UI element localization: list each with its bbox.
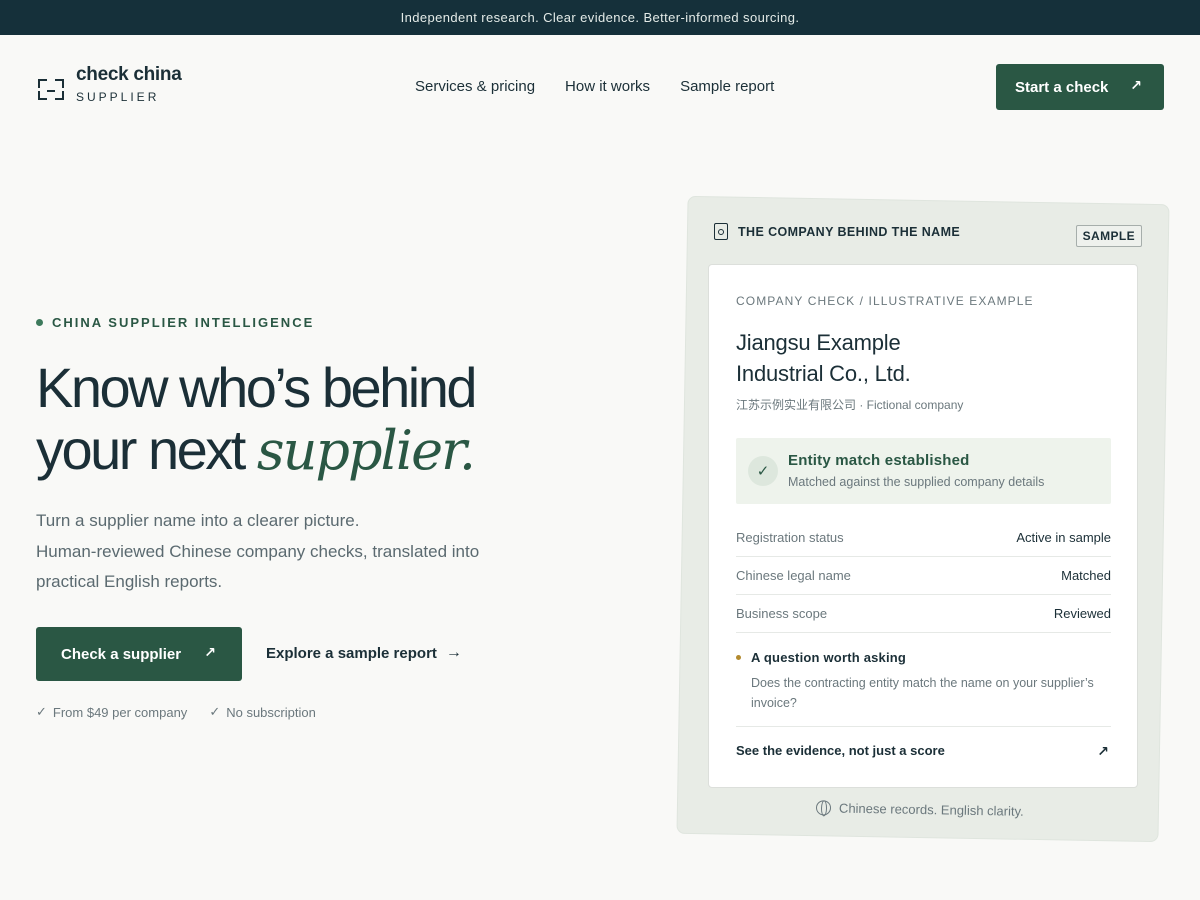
brand-tagline: SUPPLIER: [76, 90, 160, 104]
sample-badge: SAMPLE: [1075, 225, 1142, 247]
table-row: Business scope Reviewed: [736, 595, 1111, 633]
company-name: Jiangsu Example Industrial Co., Ltd.: [736, 327, 1036, 389]
brand-name: check china: [76, 64, 182, 85]
perk-subscription: No subscription: [226, 704, 316, 720]
question-block: A question worth asking Does the contrac…: [736, 650, 1111, 713]
perk-price: From $49 per company: [52, 704, 188, 720]
globe-icon: [815, 800, 832, 816]
hero-eyebrow: CHINA SUPPLIER INTELLIGENCE: [36, 315, 314, 330]
hero-headline: Know who’s behind your next supplier.: [36, 357, 596, 482]
arrow-up-right-icon: ↗: [1097, 743, 1109, 759]
check-icon: ✓: [36, 704, 47, 719]
perk-item: ✓ From $49 per company: [36, 704, 187, 720]
sample-report-label: Explore a sample report: [266, 644, 437, 662]
company-name-line2: Industrial Co., Ltd.: [736, 361, 911, 386]
card-kicker: COMPANY CHECK / ILLUSTRATIVE EXAMPLE: [736, 294, 1034, 308]
main-nav: Services & pricing How it works Sample r…: [415, 78, 774, 95]
eyebrow-text: CHINA SUPPLIER INTELLIGENCE: [52, 315, 315, 330]
table-row: Registration status Active in sample: [736, 519, 1111, 557]
sample-report-card: COMPANY CHECK / ILLUSTRATIVE EXAMPLE Jia…: [708, 264, 1138, 788]
company-name-line1: Jiangsu Example: [736, 330, 901, 355]
evidence-link-label: See the evidence, not just a score: [736, 743, 945, 758]
row-key: Business scope: [736, 606, 828, 621]
nav-how-it-works[interactable]: How it works: [565, 78, 650, 95]
perk-item: ✓ No subscription: [209, 704, 316, 720]
hero-lede: Turn a supplier name into a clearer pict…: [36, 506, 516, 598]
table-row: Chinese legal name Matched: [736, 557, 1111, 595]
arrow-up-right-icon: ↗: [1130, 77, 1142, 93]
question-title-text: A question worth asking: [751, 650, 907, 665]
brand-logo[interactable]: check china SUPPLIER: [36, 64, 182, 105]
nav-services-pricing[interactable]: Services & pricing: [415, 78, 535, 95]
check-rows: Registration status Active in sample Chi…: [736, 519, 1111, 633]
check-supplier-label: Check a supplier: [61, 645, 182, 663]
lede-line1: Turn a supplier name into a clearer pict…: [36, 511, 360, 530]
arrow-up-right-icon: ↗: [204, 644, 216, 660]
nav-sample-report[interactable]: Sample report: [680, 78, 774, 95]
headline-emphasis: supplier.: [256, 419, 476, 482]
arrow-right-icon: →: [445, 644, 462, 661]
footnote-text: Chinese records. English clarity.: [838, 800, 1024, 819]
headline-line2-prefix: your next: [36, 418, 257, 481]
headline-line1: Know who’s behind: [36, 356, 478, 419]
question-body: Does the contracting entity match the na…: [751, 676, 1094, 710]
company-sub: 江苏示例实业有限公司 · Fictional company: [736, 398, 964, 412]
sample-card-header: THE COMPANY BEHIND THE NAME SAMPLE: [712, 222, 1144, 252]
eyebrow-dot-icon: [36, 319, 43, 326]
scan-frame-icon: [36, 70, 66, 100]
row-value: Reviewed: [1053, 606, 1111, 621]
question-title: A question worth asking: [736, 650, 1111, 665]
entity-match-panel: ✓ Entity match established Matched again…: [736, 438, 1111, 504]
sample-report-link[interactable]: Explore a sample report →: [266, 644, 462, 662]
start-check-button[interactable]: Start a check ↗: [996, 64, 1164, 110]
start-check-label: Start a check: [1015, 78, 1109, 96]
check-circle-icon: ✓: [748, 456, 778, 486]
row-value: Matched: [1061, 568, 1111, 583]
lede-line2: Human-reviewed Chinese company checks, t…: [36, 541, 480, 592]
evidence-link[interactable]: See the evidence, not just a score ↗: [736, 726, 1111, 760]
match-subtitle: Matched against the supplied company det…: [788, 475, 1045, 489]
document-search-icon: [714, 223, 728, 240]
announcement-text: Independent research. Clear evidence. Be…: [400, 10, 800, 25]
row-value: Active in sample: [1016, 530, 1111, 545]
sample-card-title: THE COMPANY BEHIND THE NAME: [738, 225, 961, 239]
row-key: Chinese legal name: [736, 568, 851, 583]
question-dot-icon: [736, 655, 741, 660]
row-key: Registration status: [736, 530, 844, 545]
match-title: Entity match established: [788, 452, 970, 469]
check-supplier-button[interactable]: Check a supplier ↗: [36, 627, 242, 681]
check-icon: ✓: [209, 704, 221, 719]
announcement-bar: Independent research. Clear evidence. Be…: [0, 0, 1200, 35]
hero-perks: ✓ From $49 per company ✓ No subscription: [36, 704, 316, 720]
